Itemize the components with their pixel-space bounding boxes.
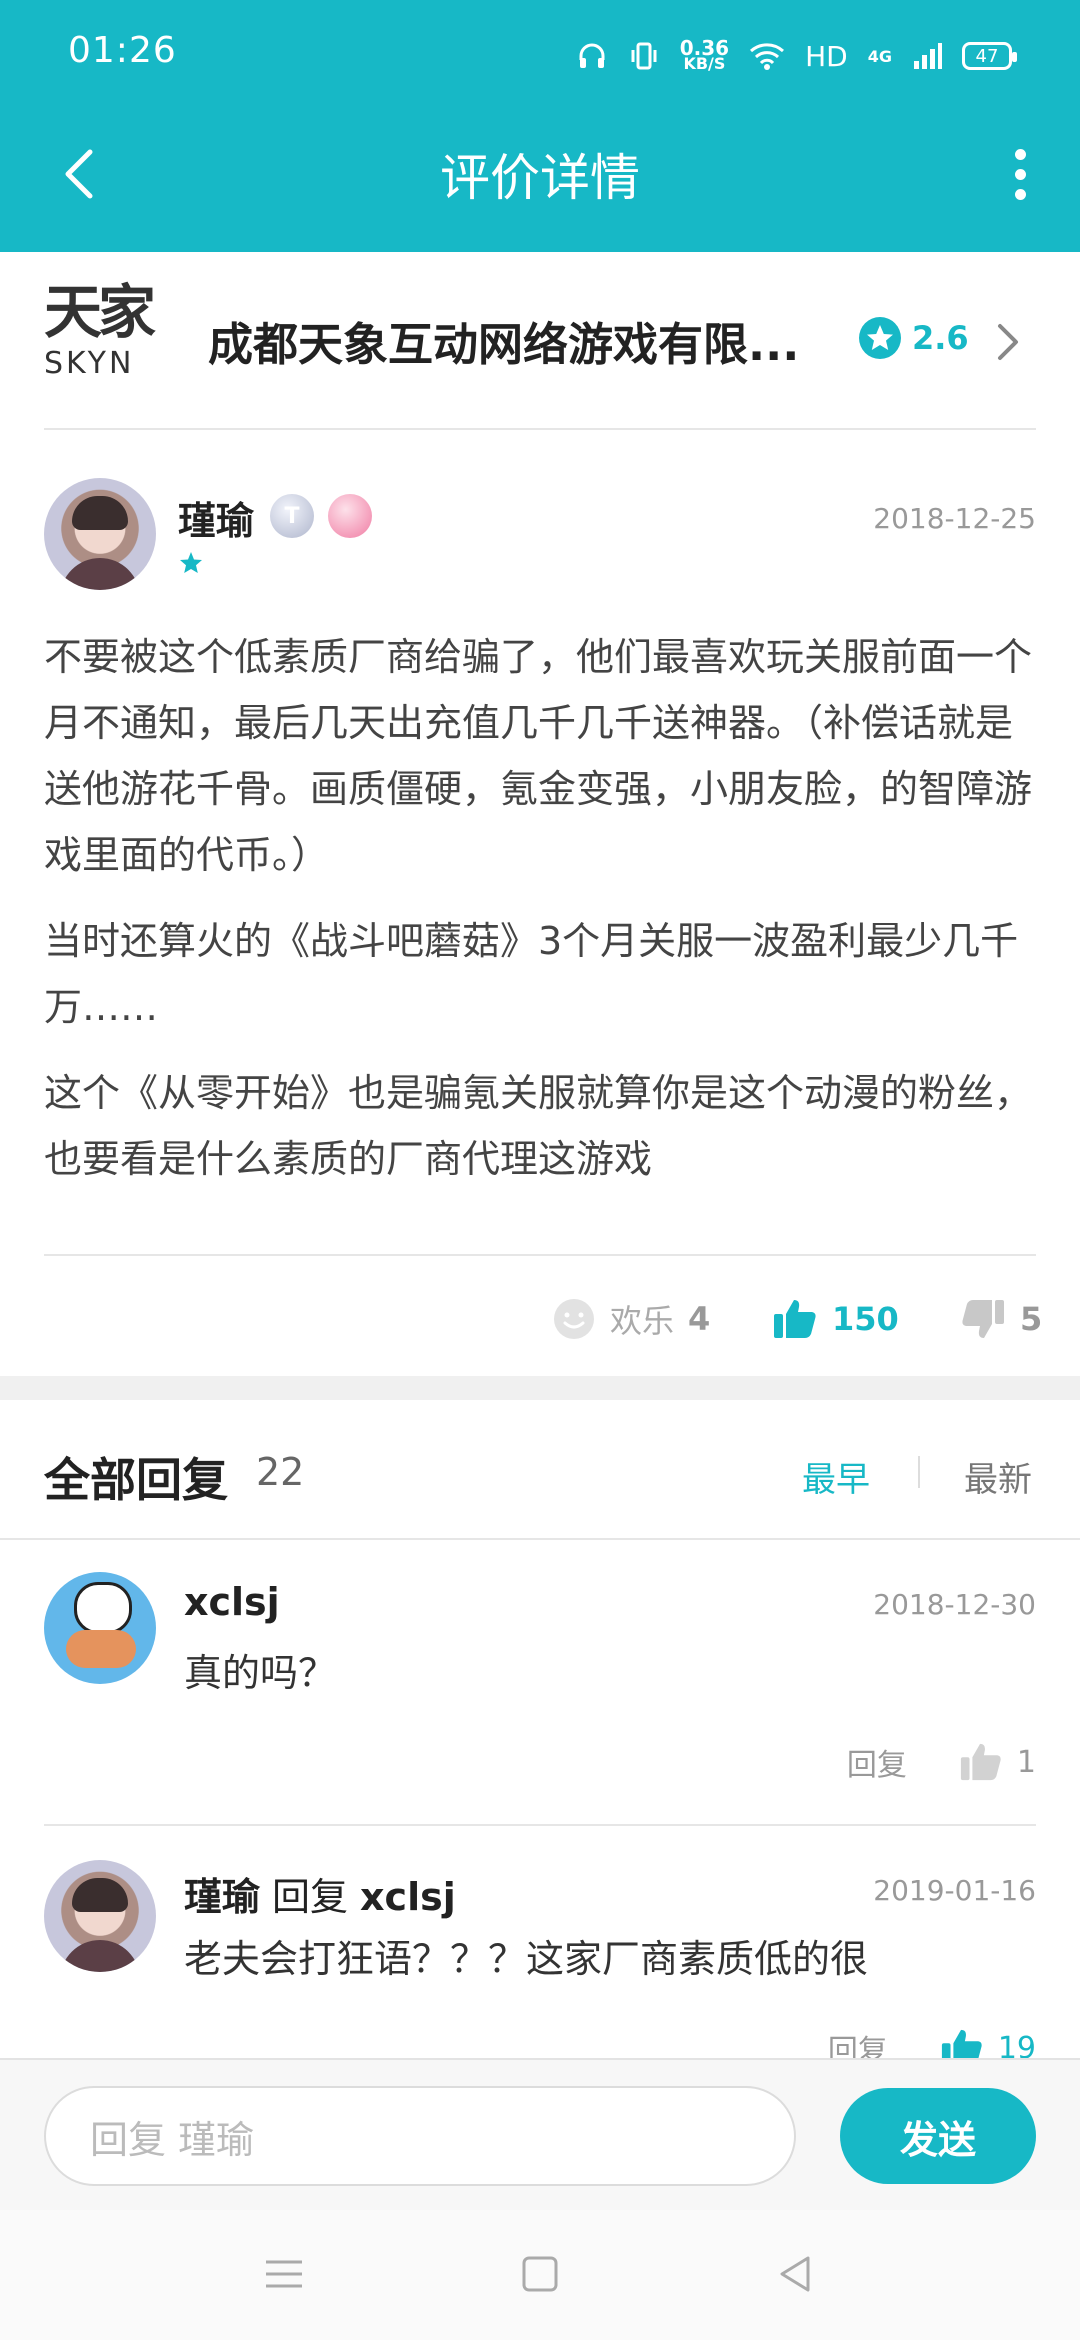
reply-date: 2019-01-16 [873, 1874, 1036, 1907]
reviewer-name[interactable]: 瑾瑜 [178, 490, 254, 545]
smile-icon [554, 1299, 594, 1339]
reply-input[interactable]: 回复 瑾瑜 [44, 2086, 796, 2186]
dislike-button[interactable]: 5 [960, 1296, 1042, 1342]
star-icon [180, 552, 202, 573]
star-icon [859, 317, 901, 359]
review-paragraph: 不要被这个低素质厂商给骗了，他们最喜欢玩关服前面一个月不通知，最后几天出充值几千… [44, 635, 1033, 877]
sort-newest-tab[interactable]: 最新 [964, 1452, 1032, 1501]
sort-earliest-tab[interactable]: 最早 [802, 1452, 870, 1501]
reviewer-avatar[interactable] [44, 478, 156, 590]
joy-button[interactable]: 欢乐 4 [552, 1296, 710, 1342]
developer-row[interactable]: 天家 SKYN 成都天象互动网络游戏有限... 2.6 [0, 252, 1080, 430]
developer-logo: 天家 SKYN [44, 278, 156, 381]
thumbs-up-icon [960, 1743, 1001, 1781]
replies-header: 全部回复 22 最早 最新 [0, 1400, 1080, 1540]
network-hd-label: HD [805, 39, 848, 73]
reply-date: 2018-12-30 [873, 1588, 1036, 1621]
user-level-badge: T [270, 494, 314, 538]
replies-title: 全部回复 [44, 1453, 228, 1507]
developer-name: 成都天象互动网络游戏有限... [208, 318, 800, 371]
divider [918, 1456, 920, 1488]
replies-count: 22 [256, 1450, 305, 1494]
wifi-icon [750, 43, 785, 70]
status-time: 01:26 [68, 30, 177, 71]
back-triangle-icon[interactable] [774, 2252, 818, 2296]
thumbs-down-icon [962, 1300, 1004, 1338]
system-nav-bar [0, 2210, 1080, 2340]
review-paragraph: 当时还算火的《战斗吧蘑菇》3个月关服一波盈利最少几千万…… [44, 919, 1019, 1029]
network-gen-label: 4G [867, 46, 892, 66]
divider [44, 1824, 1036, 1826]
reply-like-button[interactable]: 1 [959, 1740, 1036, 1784]
like-count: 150 [832, 1300, 899, 1338]
reply-avatar[interactable] [44, 1572, 156, 1684]
review-body: 不要被这个低素质厂商给骗了，他们最喜欢玩关服前面一个月不通知，最后几天出充值几千… [44, 624, 1040, 1212]
reply-text: 真的吗？ [184, 1651, 337, 1695]
reply-user-name[interactable]: 瑾瑜 [184, 1875, 260, 1919]
reply-like-count: 1 [1016, 1744, 1036, 1780]
reply-text: 老夫会打狂语？？？这家厂商素质低的很 [184, 1937, 869, 1981]
reply-actions: 回复 1 [847, 1740, 1036, 1784]
thumbs-up-icon [774, 1300, 816, 1338]
vibrate-icon [631, 42, 657, 70]
home-square-icon[interactable] [518, 2252, 562, 2296]
reply-word: 回复 [272, 1875, 349, 1919]
reply-button[interactable]: 回复 [847, 1740, 907, 1784]
divider [44, 428, 1036, 430]
section-separator [0, 1376, 1080, 1400]
joy-label: 欢乐 [610, 1302, 675, 1340]
battery-indicator: 47 [962, 42, 1017, 70]
chevron-right-icon [998, 324, 1018, 360]
send-button[interactable]: 发送 [840, 2088, 1036, 2184]
menu-icon[interactable] [262, 2252, 306, 2296]
like-button[interactable]: 150 [772, 1296, 899, 1342]
review-actions: 欢乐 4 150 5 [0, 1256, 1080, 1376]
developer-score: 2.6 [858, 316, 969, 360]
reply-avatar[interactable] [44, 1860, 156, 1972]
reply-target-name[interactable]: xclsj [360, 1875, 456, 1919]
app-bar: 评价详情 [0, 110, 1080, 252]
signal-icon [914, 43, 942, 69]
user-medal-badge [328, 494, 372, 538]
review-date: 2018-12-25 [873, 502, 1036, 535]
joy-count: 4 [688, 1300, 711, 1338]
headphones-icon [579, 43, 605, 68]
more-options-button[interactable] [990, 134, 1050, 214]
status-bar: 01:26 0.36 KB/S HD 4G 47 [0, 0, 1080, 110]
page-title: 评价详情 [440, 149, 640, 207]
status-icons: 0.36 KB/S HD 4G 47 [576, 34, 1017, 78]
reply-user-name[interactable]: xclsj [184, 1580, 280, 1624]
network-speed: 0.36 KB/S [679, 36, 730, 73]
header: 01:26 0.36 KB/S HD 4G 47 评价详情 [0, 0, 1080, 252]
more-vertical-icon [1014, 148, 1026, 160]
reply-composer: 回复 瑾瑜 发送 [0, 2058, 1080, 2210]
review-paragraph: 这个《从零开始》也是骗氪关服就算你是这个动漫的粉丝，也要看是什么素质的厂商代理这… [44, 1071, 1033, 1181]
dislike-count: 5 [1020, 1300, 1043, 1338]
reply-user-line: 瑾瑜 回复 xclsj [184, 1866, 456, 1921]
